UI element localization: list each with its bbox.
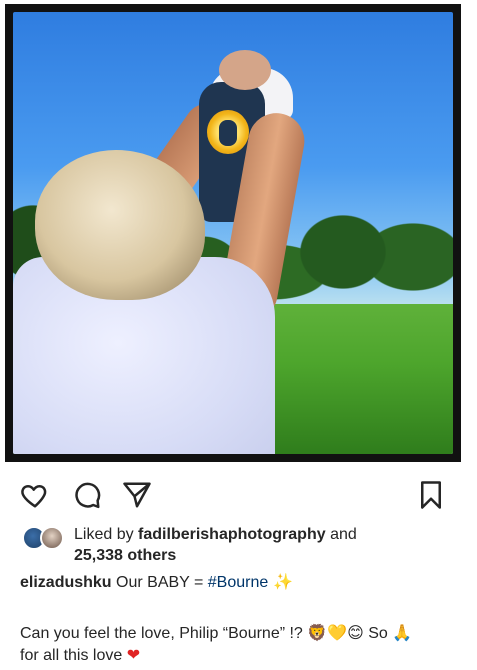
pray-emoji: 🙏 <box>392 623 413 642</box>
red-heart-emoji: ❤ <box>126 645 141 664</box>
caption-username-link[interactable]: elizadushku <box>20 574 112 591</box>
comment-so: So <box>363 625 393 642</box>
post-photo-frame[interactable] <box>5 4 461 462</box>
comment-text-line1: Can you feel the love, Philip “Bourne” !… <box>20 625 308 642</box>
bookmark-icon[interactable] <box>416 480 446 510</box>
caption-text: Our BABY = <box>111 574 208 591</box>
sparkles-emoji: ✨ <box>268 572 294 591</box>
photo-baby-head <box>219 50 271 90</box>
lion-heart-smile-emoji: 🦁💛😊 <box>307 623 364 642</box>
likes-count-link[interactable]: 25,338 others <box>74 547 176 564</box>
post-caption: elizadushku Our BABY = #Bourne ✨ <box>20 572 460 593</box>
paper-plane-icon[interactable] <box>122 480 152 510</box>
photo-lion-face <box>219 120 237 146</box>
post-action-bar <box>20 480 450 510</box>
liker-username-link[interactable]: fadilberishaphotography <box>138 526 326 543</box>
likes-prefix: Liked by <box>74 526 139 543</box>
hashtag-link[interactable]: #Bourne <box>208 574 269 591</box>
likes-and: and <box>325 526 357 543</box>
likes-text: Liked by fadilberishaphotography and 25,… <box>74 524 464 566</box>
heart-outline-icon[interactable] <box>20 480 50 510</box>
comment-text-line2: for all this love <box>20 647 127 664</box>
liker-avatars[interactable] <box>22 526 66 552</box>
avatar[interactable] <box>40 526 64 550</box>
caption-continuation: Can you feel the love, Philip “Bourne” !… <box>20 622 460 666</box>
post-photo[interactable] <box>13 12 453 454</box>
comment-bubble-icon[interactable] <box>72 480 102 510</box>
